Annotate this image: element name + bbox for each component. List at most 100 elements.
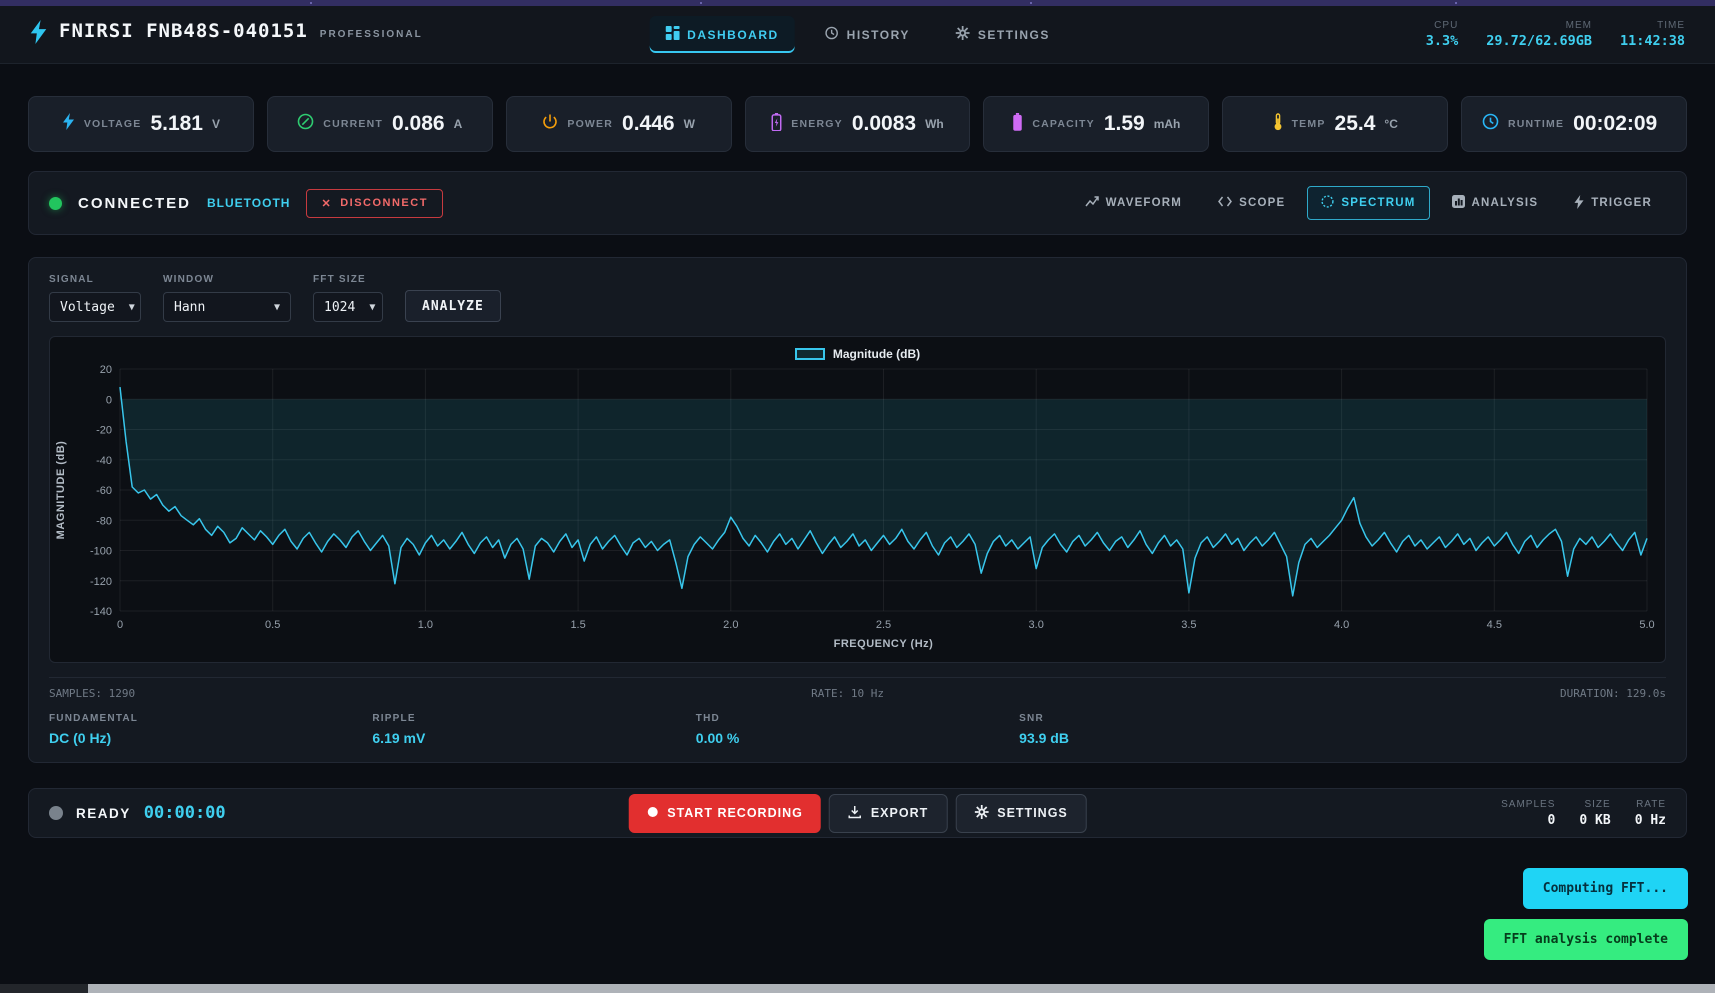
view-scope-button[interactable]: SCOPE <box>1204 187 1299 219</box>
metric-unit: A <box>454 117 463 131</box>
svg-text:4.5: 4.5 <box>1487 619 1502 631</box>
recorder-size-label: SIZE <box>1579 799 1610 810</box>
chart-legend[interactable]: Magnitude (dB) <box>50 337 1665 363</box>
signal-control: SIGNAL Voltage ▼ <box>49 274 141 322</box>
cpu-stat: CPU 3.3% <box>1426 20 1459 49</box>
metric-label: TEMP <box>1292 118 1326 130</box>
view-label: TRIGGER <box>1591 197 1652 209</box>
svg-text:20: 20 <box>100 364 112 376</box>
thd-result: THD 0.00 % <box>696 713 1019 746</box>
fft-controls: SIGNAL Voltage ▼ WINDOW Hann ▼ FFT SIZE … <box>49 274 1666 322</box>
export-button[interactable]: EXPORT <box>829 794 947 833</box>
disconnect-button[interactable]: ✕ DISCONNECT <box>306 189 442 218</box>
metric-temp: TEMP 25.4 °C <box>1222 96 1448 152</box>
metric-label: POWER <box>567 118 613 130</box>
recorder-samples-stat: SAMPLES 0 <box>1501 799 1555 828</box>
waveform-trend-icon <box>1085 196 1099 211</box>
svg-text:2.5: 2.5 <box>876 619 891 631</box>
trigger-bolt-icon <box>1574 195 1584 212</box>
analyze-button[interactable]: ANALYZE <box>405 290 501 322</box>
toast-fft-complete[interactable]: FFT analysis complete <box>1484 919 1688 960</box>
power-icon <box>542 113 558 135</box>
recorder-bar: READY 00:00:00 START RECORDING EXPORT SE… <box>28 788 1687 838</box>
toast-computing-fft[interactable]: Computing FFT... <box>1523 868 1688 909</box>
svg-text:-40: -40 <box>96 455 112 467</box>
recorder-stats: SAMPLES 0 SIZE 0 KB RATE 0 Hz <box>1501 799 1666 828</box>
recorder-rate-value: 0 Hz <box>1635 813 1666 828</box>
metric-unit: °C <box>1384 117 1397 131</box>
mem-stat: MEM 29.72/62.69GB <box>1486 20 1592 49</box>
fundamental-value: DC (0 Hz) <box>49 730 372 746</box>
snr-result: SNR 93.9 dB <box>1019 713 1342 746</box>
svg-text:5.0: 5.0 <box>1639 619 1654 631</box>
current-gauge-icon <box>297 113 314 135</box>
app-title: FNIRSI FNB48S-040151 <box>59 20 308 42</box>
start-recording-button[interactable]: START RECORDING <box>628 794 821 833</box>
connection-status-text: CONNECTED <box>78 195 191 212</box>
ripple-label: RIPPLE <box>372 713 695 724</box>
recorder-settings-button[interactable]: SETTINGS <box>955 794 1087 833</box>
recorder-status-dot <box>49 806 63 820</box>
tab-settings[interactable]: SETTINGS <box>940 16 1066 53</box>
fundamental-label: FUNDAMENTAL <box>49 713 372 724</box>
metric-unit: W <box>684 117 695 131</box>
horizontal-scrollbar-thumb[interactable] <box>88 984 1715 993</box>
gear-icon <box>974 805 988 822</box>
cpu-label: CPU <box>1426 20 1459 31</box>
view-analysis-button[interactable]: ANALYSIS <box>1438 186 1553 220</box>
signal-select[interactable]: Voltage ▼ <box>49 292 141 322</box>
view-label: WAVEFORM <box>1106 197 1182 209</box>
tab-history[interactable]: HISTORY <box>809 16 926 53</box>
fft-size-control: FFT SIZE 1024 ▼ <box>313 274 383 322</box>
spectrum-scan-icon <box>1321 195 1334 211</box>
app-logo-bolt-icon <box>30 20 47 49</box>
thd-value: 0.00 % <box>696 730 1019 746</box>
fft-size-select[interactable]: 1024 ▼ <box>313 292 383 322</box>
metric-energy: ENERGY 0.0083 Wh <box>745 96 971 152</box>
metric-label: ENERGY <box>791 118 843 130</box>
fft-size-label: FFT SIZE <box>313 274 383 285</box>
record-dot-icon <box>646 806 658 821</box>
legend-swatch <box>795 348 825 360</box>
svg-text:3.5: 3.5 <box>1181 619 1196 631</box>
svg-text:1.5: 1.5 <box>570 619 585 631</box>
gear-icon <box>956 26 970 43</box>
view-label: ANALYSIS <box>1472 197 1539 209</box>
start-recording-label: START RECORDING <box>667 806 803 820</box>
metric-current: CURRENT 0.086 A <box>267 96 493 152</box>
metric-power: POWER 0.446 W <box>506 96 732 152</box>
signal-value: Voltage <box>60 300 115 315</box>
view-waveform-button[interactable]: WAVEFORM <box>1071 187 1196 220</box>
time-label: TIME <box>1620 20 1685 31</box>
rate-stat: RATE: 10 Hz <box>811 687 884 700</box>
svg-text:-80: -80 <box>96 515 112 527</box>
metric-unit: Wh <box>925 117 944 131</box>
view-trigger-button[interactable]: TRIGGER <box>1560 186 1666 221</box>
svg-text:2.0: 2.0 <box>723 619 738 631</box>
view-spectrum-button[interactable]: SPECTRUM <box>1307 186 1429 220</box>
metric-voltage: VOLTAGE 5.181 V <box>28 96 254 152</box>
temp-thermometer-icon <box>1273 113 1283 136</box>
fft-size-value: 1024 <box>324 300 355 315</box>
chevron-down-icon: ▼ <box>129 302 135 313</box>
tab-label: DASHBOARD <box>687 28 779 42</box>
svg-text:0.5: 0.5 <box>265 619 280 631</box>
svg-text:4.0: 4.0 <box>1334 619 1349 631</box>
snr-value: 93.9 dB <box>1019 730 1342 746</box>
metric-value: 0.086 <box>392 112 445 136</box>
energy-battery-bolt-icon <box>771 113 782 136</box>
metric-value: 1.59 <box>1104 112 1145 136</box>
tab-dashboard[interactable]: DASHBOARD <box>649 16 795 53</box>
metric-value: 25.4 <box>1335 112 1376 136</box>
window-select[interactable]: Hann ▼ <box>163 292 291 322</box>
recorder-samples-label: SAMPLES <box>1501 799 1555 810</box>
close-icon: ✕ <box>321 197 332 210</box>
fft-chart-container: Magnitude (dB) 200-20-40-60-80-100-120-1… <box>49 336 1666 663</box>
recorder-status-text: READY <box>76 806 131 821</box>
metric-unit: V <box>212 117 220 131</box>
app-header: FNIRSI FNB48S-040151 PROFESSIONAL DASHBO… <box>0 6 1715 64</box>
recorder-size-value: 0 KB <box>1579 813 1610 828</box>
brand: FNIRSI FNB48S-040151 PROFESSIONAL <box>30 20 423 49</box>
svg-text:-100: -100 <box>90 546 112 558</box>
time-value: 11:42:38 <box>1620 33 1685 49</box>
